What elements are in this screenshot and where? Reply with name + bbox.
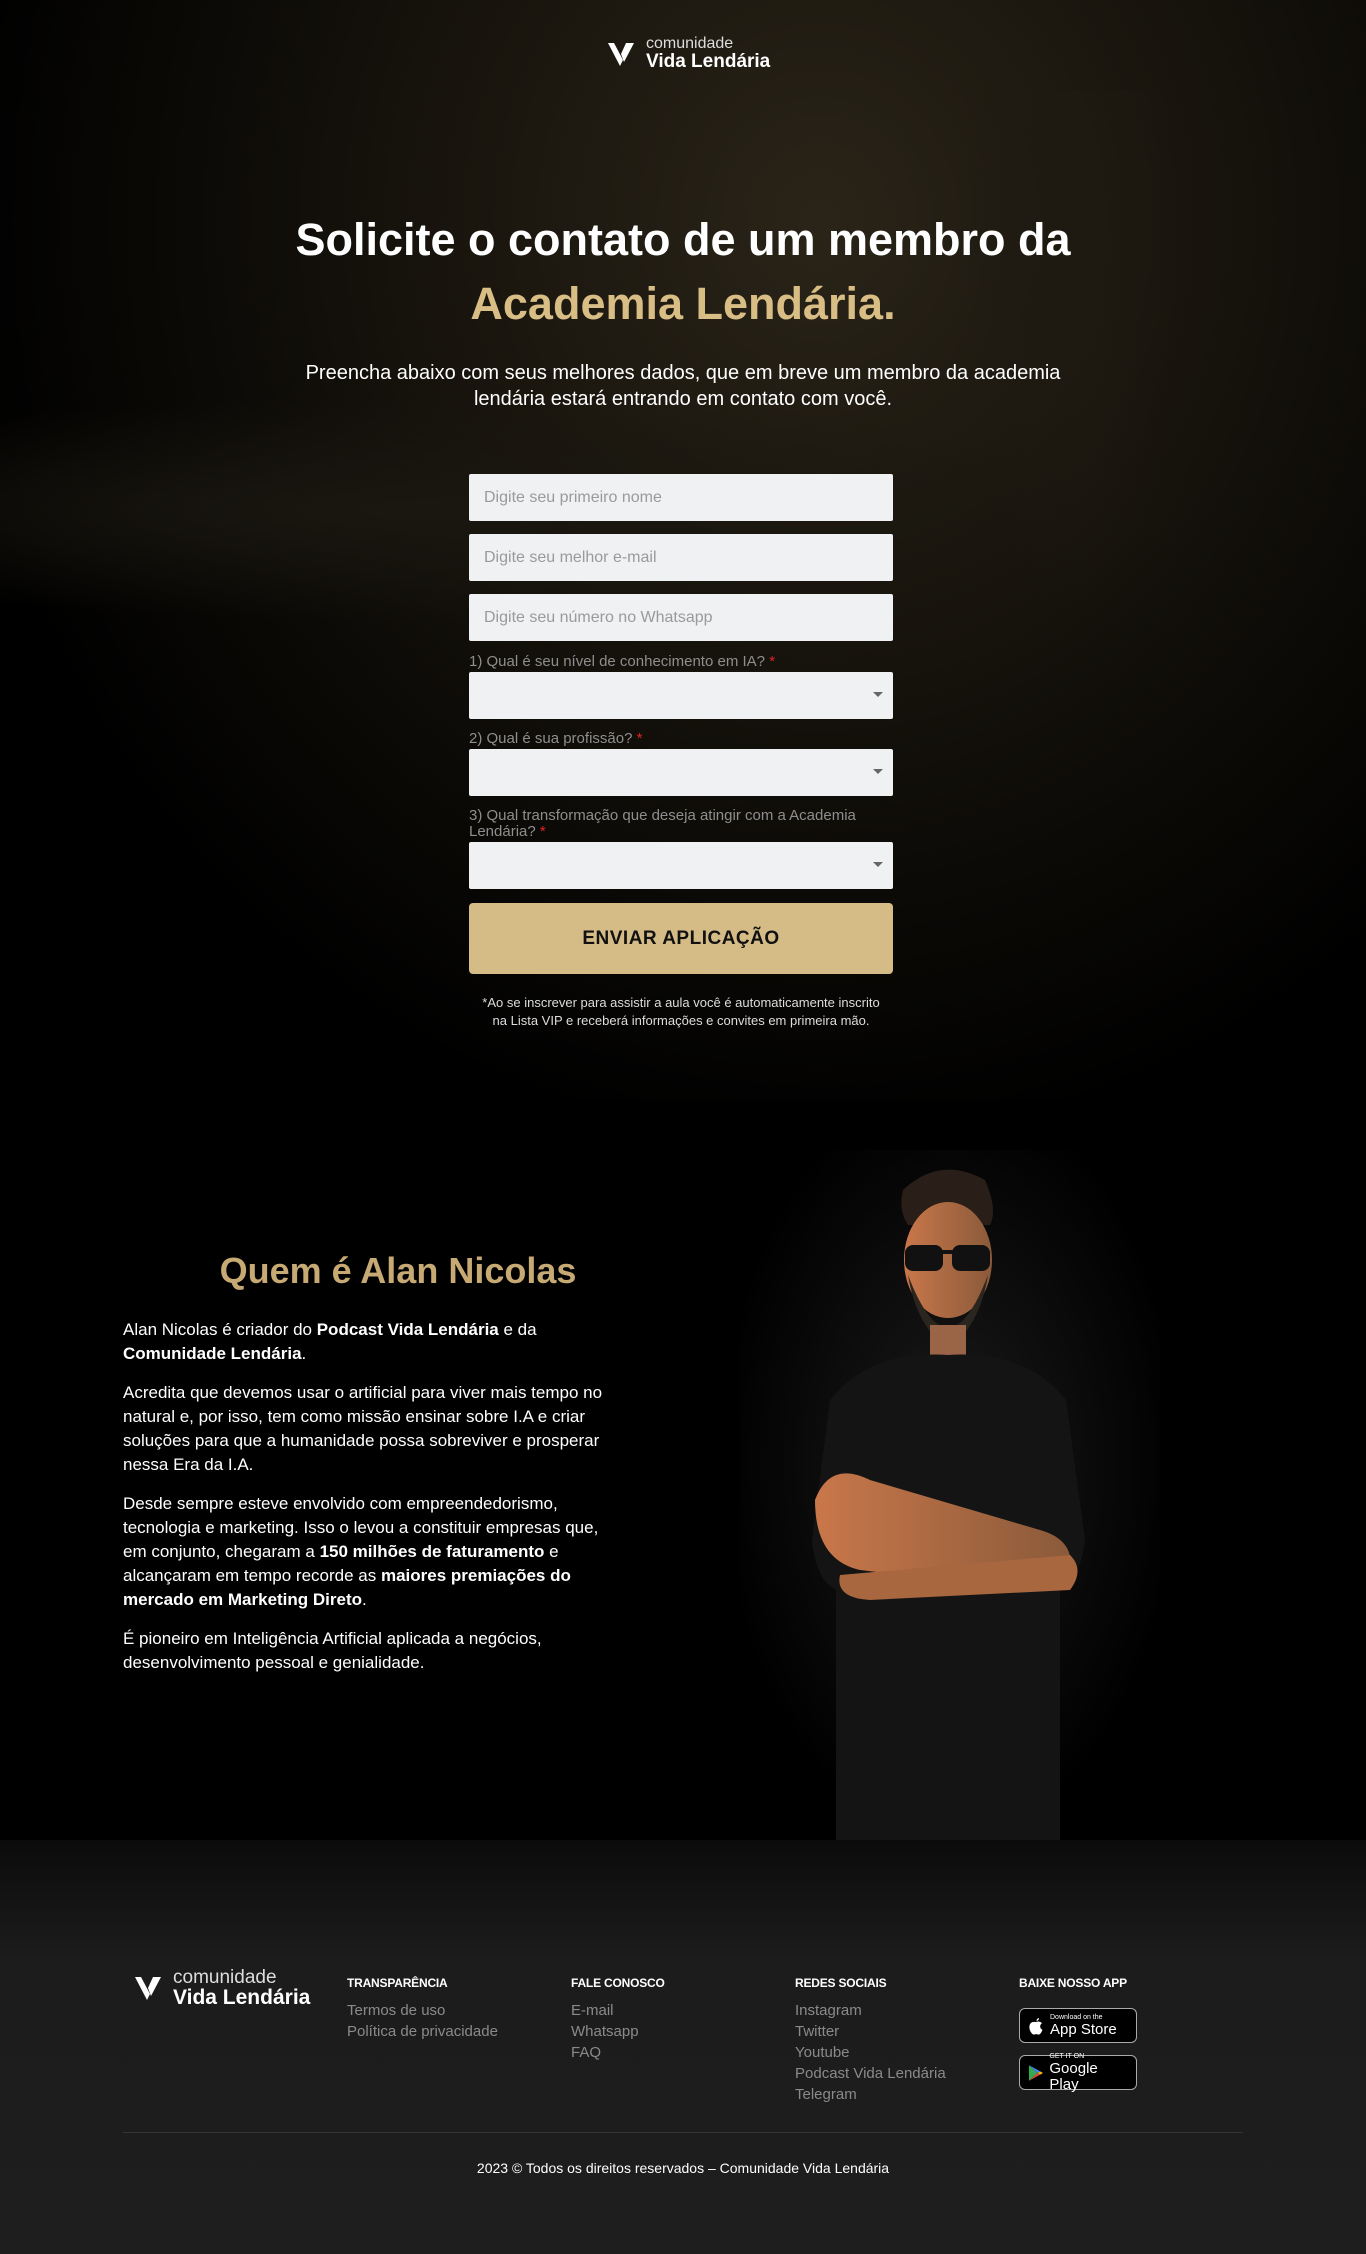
about-p3-e: . <box>362 1590 367 1609</box>
hero-title-accent: Academia Lendária. <box>470 278 896 329</box>
required-mark: * <box>769 653 776 670</box>
about-title: Quem é Alan Nicolas <box>219 1250 577 1291</box>
apple-icon <box>1029 2017 1043 2035</box>
question-1-text: 1) Qual é seu nível de conhecimento em I… <box>469 653 766 670</box>
footer-heading: TRANSPARÊNCIA <box>347 1976 448 1990</box>
logo-v-icon <box>608 42 634 66</box>
footer-link-terms[interactable]: Termos de uso <box>347 2000 498 2021</box>
question-2-select[interactable] <box>469 749 893 796</box>
about-p1-c: e da <box>498 1320 537 1339</box>
email-input[interactable] <box>469 534 893 581</box>
question-3-label: 3) Qual transformação que deseja atingir… <box>469 808 893 840</box>
footer-link-faq[interactable]: FAQ <box>571 2042 665 2063</box>
footer-link-youtube[interactable]: Youtube <box>795 2042 946 2063</box>
logo-text-top: comunidade <box>173 1967 277 1988</box>
footer-link-podcast[interactable]: Podcast Vida Lendária <box>795 2063 946 2084</box>
copyright-text: 2023 © Todos os direitos reservados – Co… <box>476 2160 890 2176</box>
question-2-text: 2) Qual é sua profissão? <box>469 730 633 747</box>
chevron-down-icon <box>873 862 883 867</box>
logo-text-top: comunidade <box>646 35 734 52</box>
footer: comunidade Vida Lendária TRANSPARÊNCIA T… <box>0 1840 1366 2254</box>
about-p1-e: . <box>301 1344 307 1363</box>
about-p1-d: Comunidade Lendária <box>123 1344 302 1363</box>
footer-logo[interactable]: comunidade Vida Lendária <box>133 1968 310 2008</box>
about-p1-a: Alan Nicolas é criador do <box>123 1320 317 1339</box>
submit-application-button[interactable]: ENVIAR APLICAÇÃO <box>469 903 893 974</box>
footer-heading: BAIXE NOSSO APP <box>1019 1976 1127 1990</box>
footer-heading: FALE CONOSCO <box>571 1976 665 1990</box>
about-paragraph-3: Desde sempre esteve envolvido com empree… <box>123 1492 613 1612</box>
about-section: Quem é Alan Nicolas Alan Nicolas é criad… <box>0 1100 1366 1840</box>
question-1-label: 1) Qual é seu nível de conhecimento em I… <box>469 654 893 670</box>
footer-link-whatsapp[interactable]: Whatsapp <box>571 2021 665 2042</box>
about-paragraph-4: É pioneiro em Inteligência Artificial ap… <box>123 1629 542 1672</box>
app-store-big: App Store <box>1050 2020 1117 2038</box>
app-store-text: Download on the App Store <box>1050 2014 1117 2038</box>
alan-nicolas-portrait <box>740 1150 1160 1840</box>
about-text: Alan Nicolas é criador do Podcast Vida L… <box>123 1318 613 1690</box>
logo-text: comunidade Vida Lendária <box>646 35 771 72</box>
footer-link-privacy[interactable]: Política de privacidade <box>347 2021 498 2042</box>
question-2-label: 2) Qual é sua profissão? * <box>469 731 893 747</box>
header-logo[interactable]: comunidade Vida Lendária <box>606 36 770 71</box>
first-name-input[interactable] <box>469 474 893 521</box>
logo-v-icon <box>135 1977 161 2000</box>
about-p1-b: Podcast Vida Lendária <box>316 1320 499 1339</box>
google-play-icon <box>1028 2064 1043 2081</box>
about-p3-b: 150 milhões de faturamento <box>319 1542 545 1561</box>
question-3-text: 3) Qual transformação que deseja atingir… <box>469 807 856 840</box>
footer-column-transparencia: TRANSPARÊNCIA Termos de uso Política de … <box>347 1976 498 2042</box>
required-mark: * <box>636 730 643 747</box>
question-3-select[interactable] <box>469 842 893 889</box>
footer-column-social: REDES SOCIAIS Instagram Twitter Youtube … <box>795 1976 946 2105</box>
hero-background-speaker <box>960 90 1180 610</box>
logo-text-bottom: Vida Lendária <box>173 1986 311 2009</box>
logo-text-bottom: Vida Lendária <box>646 51 771 72</box>
footer-heading: REDES SOCIAIS <box>795 1976 887 1990</box>
footer-link-twitter[interactable]: Twitter <box>795 2021 946 2042</box>
required-mark: * <box>539 823 546 840</box>
google-play-text: GET IT ON Google Play <box>1049 2053 1128 2093</box>
contact-form: 1) Qual é seu nível de conhecimento em I… <box>469 474 893 1030</box>
hero-title: Solicite o contato de um membro da Acade… <box>0 208 1366 336</box>
about-paragraph-1: Alan Nicolas é criador do Podcast Vida L… <box>123 1318 613 1366</box>
hero-subtitle: Preencha abaixo com seus melhores dados,… <box>305 362 1061 410</box>
footer-link-instagram[interactable]: Instagram <box>795 2000 946 2021</box>
whatsapp-input[interactable] <box>469 594 893 641</box>
hero-section: comunidade Vida Lendária Solicite o cont… <box>0 0 1366 1100</box>
footer-column-app: BAIXE NOSSO APP Download on the App Stor… <box>1019 1976 1137 2102</box>
google-play-button[interactable]: GET IT ON Google Play <box>1019 2053 1137 2093</box>
footer-link-telegram[interactable]: Telegram <box>795 2084 946 2105</box>
question-1-select[interactable] <box>469 672 893 719</box>
footer-divider <box>123 2132 1243 2133</box>
chevron-down-icon <box>873 769 883 774</box>
footer-link-email[interactable]: E-mail <box>571 2000 665 2021</box>
footer-column-contact: FALE CONOSCO E-mail Whatsapp FAQ <box>571 1976 665 2063</box>
hero-title-line1: Solicite o contato de um membro da <box>295 214 1071 265</box>
about-paragraph-2: Acredita que devemos usar o artificial p… <box>123 1383 603 1474</box>
logo-text: comunidade Vida Lendária <box>173 1968 310 2008</box>
app-store-button[interactable]: Download on the App Store <box>1019 2008 1137 2043</box>
chevron-down-icon <box>873 692 883 697</box>
google-play-big: Google Play <box>1049 2059 1098 2093</box>
form-disclaimer: *Ao se inscrever para assistir a aula vo… <box>482 995 880 1028</box>
